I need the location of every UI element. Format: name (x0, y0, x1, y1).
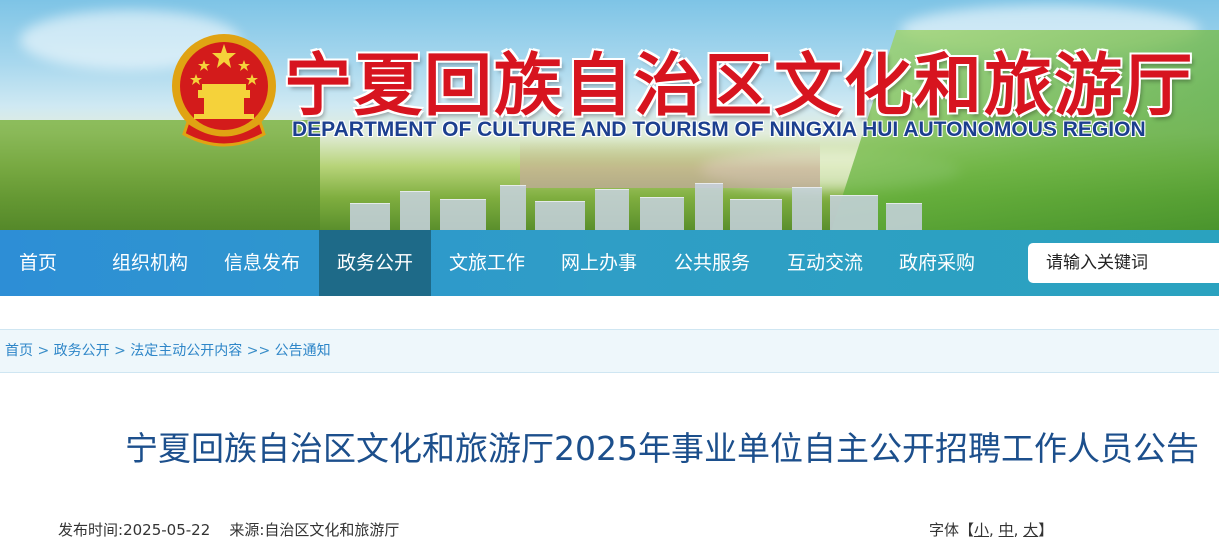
site-title-en: DEPARTMENT OF CULTURE AND TOURISM OF NIN… (292, 118, 1146, 141)
nav-item-public-services[interactable]: 公共服务 (658, 230, 766, 296)
font-size-switcher: 字体【小, 中, 大】 (929, 519, 1053, 540)
nav-item-procurement[interactable]: 政府采购 (883, 230, 991, 296)
font-size-comma: , (989, 521, 994, 539)
nav-item-interaction[interactable]: 互动交流 (771, 230, 879, 296)
breadcrumb-separator: > (114, 343, 126, 359)
breadcrumb-announcements[interactable]: 公告通知 (275, 343, 331, 359)
breadcrumb-statutory-disclosure[interactable]: 法定主动公开内容 (130, 343, 242, 359)
banner-city (330, 178, 950, 230)
national-emblem-icon (172, 34, 276, 147)
breadcrumb-government-affairs[interactable]: 政务公开 (54, 343, 110, 359)
font-size-label: 字体【 (929, 521, 975, 539)
header-banner: 宁夏回族自治区文化和旅游厅 DEPARTMENT OF CULTURE AND … (0, 0, 1219, 230)
breadcrumb: 首页 > 政务公开 > 法定主动公开内容 >> 公告通知 (0, 329, 1219, 373)
breadcrumb-separator: > (37, 343, 50, 359)
source-label: 来源: (229, 521, 265, 539)
nav-item-online-services[interactable]: 网上办事 (545, 230, 653, 296)
nav-item-culture-tourism[interactable]: 文旅工作 (433, 230, 541, 296)
font-size-comma: , (1013, 521, 1019, 539)
breadcrumb-home[interactable]: 首页 (5, 343, 33, 359)
nav-item-organization[interactable]: 组织机构 (96, 230, 204, 296)
nav-item-home[interactable]: 首页 (0, 230, 76, 296)
font-size-large-link[interactable]: 大 (1023, 521, 1038, 539)
article-title: 宁夏回族自治区文化和旅游厅2025年事业单位自主公开招聘工作人员公告 (125, 429, 1199, 468)
breadcrumb-separator: >> (246, 343, 271, 359)
font-size-small-link[interactable]: 小 (974, 521, 989, 539)
site-title-cn: 宁夏回族自治区文化和旅游厅 (284, 47, 1195, 126)
search-input[interactable] (1028, 243, 1219, 283)
publish-label: 发布时间: (58, 521, 124, 539)
source-value: 自治区文化和旅游厅 (264, 521, 400, 539)
font-size-close: 】 (1038, 521, 1054, 539)
nav-item-government-affairs[interactable]: 政务公开 (319, 230, 431, 296)
publish-date: 2025-05-22 (123, 521, 211, 539)
article-meta: 发布时间:2025-05-22 来源:自治区文化和旅游厅 (58, 519, 399, 540)
font-size-medium-link[interactable]: 中 (999, 521, 1014, 539)
nav-item-news[interactable]: 信息发布 (208, 230, 316, 296)
